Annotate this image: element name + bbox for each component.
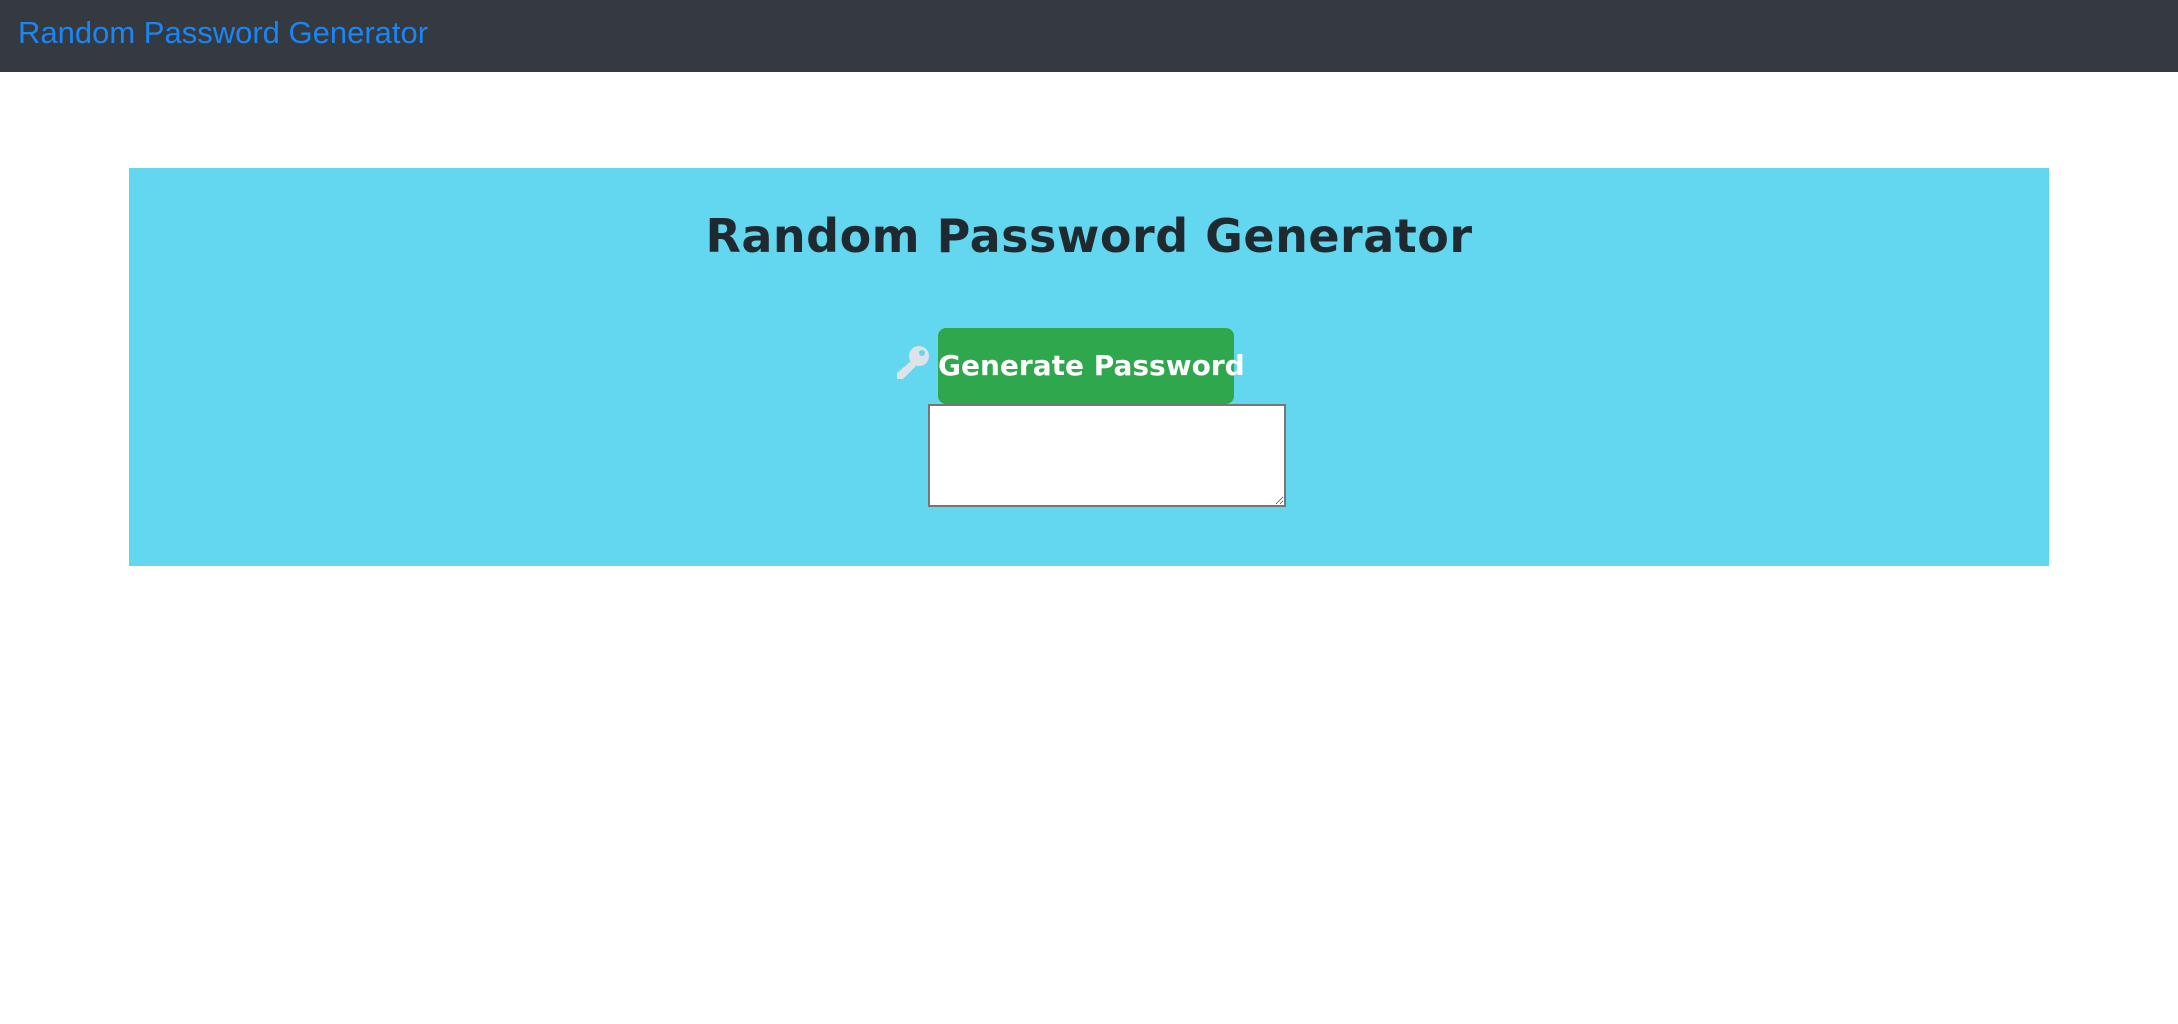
password-output-textarea[interactable] — [928, 404, 1286, 507]
key-icon — [894, 344, 932, 382]
navbar: Random Password Generator — [0, 0, 2178, 72]
page-title: Random Password Generator — [705, 209, 1473, 263]
navbar-brand-link[interactable]: Random Password Generator — [18, 13, 428, 53]
generate-password-button[interactable]: Generate Password — [938, 328, 1245, 404]
jumbotron: Random Password Generator Generate Passw… — [129, 168, 2049, 566]
